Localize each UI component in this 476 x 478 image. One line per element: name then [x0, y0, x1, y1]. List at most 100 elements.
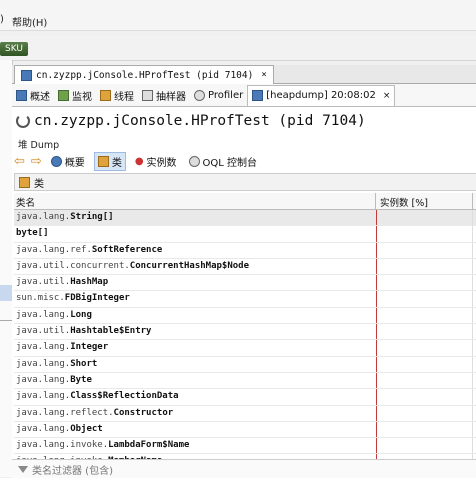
column-header-classname[interactable]: 类名 — [16, 195, 35, 209]
class-simple-name: Constructor — [113, 407, 174, 418]
menu-item-prefix[interactable]: ) — [0, 14, 4, 25]
filter-input[interactable]: 类名过滤器 (包含) — [32, 462, 113, 477]
tab-threads[interactable]: 线程 — [96, 85, 138, 105]
table-row[interactable]: java.lang.Class$ReflectionData — [14, 389, 476, 406]
class-simple-name: ConcurrentHashMap$Node — [129, 260, 250, 271]
instances-bar — [376, 438, 377, 454]
package-name: java.lang. — [16, 309, 71, 320]
column-separator[interactable] — [375, 193, 376, 209]
tab-profiler[interactable]: Profiler — [190, 85, 247, 105]
tab-title: cn.zyzpp.jConsole.HProfTest (pid 7104) — [36, 69, 254, 81]
column-separator — [472, 389, 473, 405]
tab-overview[interactable]: 概述 — [12, 85, 54, 105]
tab-monitor[interactable]: 监视 — [54, 85, 96, 105]
column-separator[interactable] — [472, 193, 473, 209]
tab-label: 抽样器 — [156, 91, 186, 103]
class-name: java.lang.Byte — [16, 373, 92, 388]
column-header-instances[interactable]: 实例数 [%] — [380, 195, 428, 209]
instances-bar — [376, 324, 377, 340]
table-row[interactable]: java.lang.Short — [14, 356, 476, 373]
table-row[interactable]: java.lang.Byte — [14, 372, 476, 390]
column-separator — [472, 421, 473, 438]
menu-help[interactable]: 帮助(H) — [12, 14, 47, 29]
profiler-icon — [194, 89, 205, 101]
classes-icon — [97, 155, 109, 167]
oql-icon — [188, 155, 200, 167]
instances-bar — [376, 356, 377, 372]
instances-bar — [376, 258, 377, 275]
nav-oql-button[interactable]: OQL 控制台 — [186, 153, 261, 170]
subtabs: 概述 监视 线程 抽样器 Profiler [heapdump] 20:08:0… — [12, 84, 476, 107]
instances-bar — [376, 340, 377, 356]
nav-instances-button[interactable]: ● 实例数 — [132, 153, 180, 170]
class-simple-name: LambdaForm$Name — [108, 440, 190, 451]
class-filter-bar[interactable]: 类名过滤器 (包含) — [12, 459, 476, 478]
class-name: java.util.HashMap — [16, 275, 108, 290]
class-name: java.util.Hashtable$Entry — [16, 324, 151, 339]
toolbar-badge[interactable]: SKU — [0, 42, 28, 56]
package-name: java.lang. — [16, 358, 71, 369]
column-separator — [472, 307, 473, 324]
heapdump-label: 堆 Dump — [18, 140, 60, 151]
sidebar-selection[interactable] — [0, 285, 12, 301]
column-separator — [472, 405, 473, 421]
tab-label: [heapdump] 20:08:02 — [266, 90, 376, 101]
tab-sampler[interactable]: 抽样器 — [138, 85, 190, 105]
table-row[interactable]: java.lang.ref.SoftReference — [14, 242, 476, 259]
forward-arrow-icon[interactable]: ⇨ — [31, 155, 42, 168]
class-name: java.lang.Long — [16, 308, 92, 323]
class-simple-name: Class$ReflectionData — [70, 391, 179, 402]
tab-heapdump[interactable]: [heapdump] 20:08:02 × — [247, 84, 396, 106]
class-simple-name: byte[] — [16, 228, 49, 239]
toolbar: SKU — [0, 36, 476, 61]
package-name: java.util. — [16, 326, 71, 337]
table-row[interactable]: byte[] — [14, 226, 476, 243]
table-row[interactable]: java.lang.Integer — [14, 340, 476, 357]
tab-label: 线程 — [114, 91, 134, 103]
table-row[interactable]: java.util.Hashtable$Entry — [14, 324, 476, 341]
tab-label: Profiler — [208, 89, 244, 101]
column-separator — [472, 438, 473, 454]
package-name: java.lang. — [16, 374, 71, 385]
class-name: java.lang.Class$ReflectionData — [16, 389, 179, 404]
package-name: java.lang. — [16, 391, 71, 402]
table-row[interactable]: java.lang.String[] — [14, 210, 476, 227]
column-separator — [472, 258, 473, 275]
table-row[interactable]: java.util.HashMap — [14, 275, 476, 292]
table-row[interactable]: java.lang.Long — [14, 307, 476, 325]
table-row[interactable]: java.lang.reflect.Constructor — [14, 405, 476, 422]
class-simple-name: Hashtable$Entry — [70, 326, 152, 337]
class-name: java.lang.Integer — [16, 340, 108, 355]
instances-bar — [376, 275, 377, 291]
nav-classes-button[interactable]: 类 — [93, 151, 126, 171]
nav-summary-button[interactable]: 概要 — [48, 153, 88, 170]
package-name: sun.misc. — [16, 293, 65, 304]
package-name: java.lang. — [16, 342, 71, 353]
classes-table: 类名 实例数 [%] java.lang.String[] byte[] java.… — [14, 193, 476, 471]
class-simple-name: Integer — [70, 342, 109, 353]
instances-bar — [376, 405, 377, 421]
close-icon[interactable]: × — [261, 70, 266, 80]
menubar: ) 帮助(H) — [0, 0, 476, 31]
column-separator — [472, 324, 473, 340]
package-name: java.lang.invoke. — [16, 440, 109, 451]
filter-icon — [18, 465, 28, 473]
threads-icon — [100, 89, 111, 101]
table-row[interactable]: java.lang.Object — [14, 421, 476, 439]
class-name: byte[] — [16, 226, 49, 241]
tab-label: 监视 — [72, 91, 92, 103]
table-row[interactable]: java.util.concurrent.ConcurrentHashMap$N… — [14, 258, 476, 276]
package-name: java.util. — [16, 277, 71, 288]
table-row[interactable]: sun.misc.FDBigInteger — [14, 291, 476, 308]
back-arrow-icon[interactable]: ⇦ — [14, 155, 25, 168]
loading-icon — [16, 114, 30, 128]
section-title: 类 — [34, 178, 44, 190]
nav-label: OQL 控制台 — [202, 157, 258, 169]
table-row[interactable]: java.lang.invoke.LambdaForm$Name — [14, 438, 476, 455]
class-name: java.lang.reflect.Constructor — [16, 406, 173, 421]
tab-hproftest[interactable]: cn.zyzpp.jConsole.HProfTest (pid 7104) × — [14, 65, 274, 84]
class-name: java.lang.Short — [16, 357, 97, 372]
column-separator — [472, 340, 473, 356]
close-icon[interactable]: × — [383, 91, 391, 101]
title-text: cn.zyzpp.jConsole.HProfTest (pid 7104) — [34, 113, 366, 129]
